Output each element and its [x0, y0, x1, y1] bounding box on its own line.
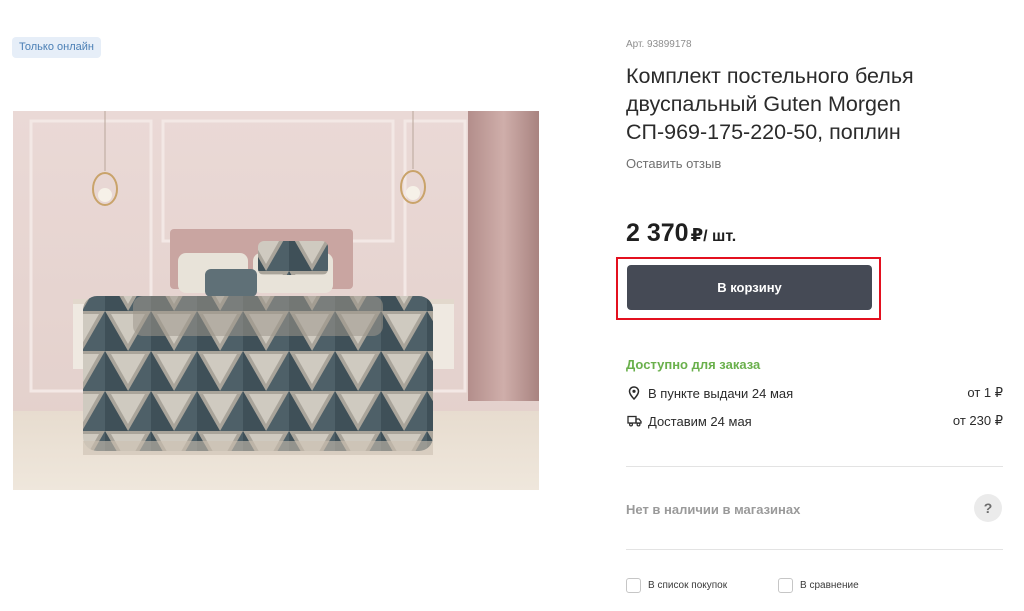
shopping-list-label: В список покупок [648, 580, 728, 591]
availability-status: Доступно для заказа [626, 357, 761, 372]
compare-checkbox[interactable]: В сравнение [778, 578, 859, 593]
product-title: Комплект постельного белья двуспальный G… [626, 64, 914, 144]
help-icon[interactable]: ? [974, 494, 1002, 522]
leave-review-link[interactable]: Оставить отзыв [626, 156, 721, 171]
store-stock-status: Нет в наличии в магазинах [626, 502, 801, 517]
truck-icon [626, 413, 642, 429]
product-image[interactable] [13, 111, 539, 490]
divider [626, 466, 1003, 467]
product-sku: Арт. 93899178 [626, 39, 692, 50]
delivery-price: от 230 ₽ [952, 413, 1003, 428]
add-to-cart-button[interactable]: В корзину [627, 265, 872, 310]
location-pin-icon [626, 385, 642, 401]
compare-label: В сравнение [800, 580, 859, 591]
bedroom-photo-icon [13, 111, 539, 490]
delivery-option[interactable]: Доставим 24 мая от 230 ₽ [626, 411, 1003, 431]
price-unit: / шт. [703, 228, 737, 245]
product-price: 2 370 ₽/ шт. [626, 219, 736, 248]
price-amount: 2 370 [626, 219, 689, 247]
checkbox-box[interactable] [778, 578, 793, 593]
checkbox-box[interactable] [626, 578, 641, 593]
divider [626, 549, 1003, 550]
online-only-badge: Только онлайн [12, 37, 101, 58]
delivery-label: Доставим 24 мая [648, 413, 752, 429]
shopping-list-checkbox[interactable]: В список покупок [626, 578, 727, 593]
pickup-price: от 1 ₽ [967, 385, 1003, 400]
price-currency: ₽ [690, 225, 704, 245]
pickup-option[interactable]: В пункте выдачи 24 мая от 1 ₽ [626, 383, 1003, 403]
pickup-label: В пункте выдачи 24 мая [648, 385, 794, 401]
